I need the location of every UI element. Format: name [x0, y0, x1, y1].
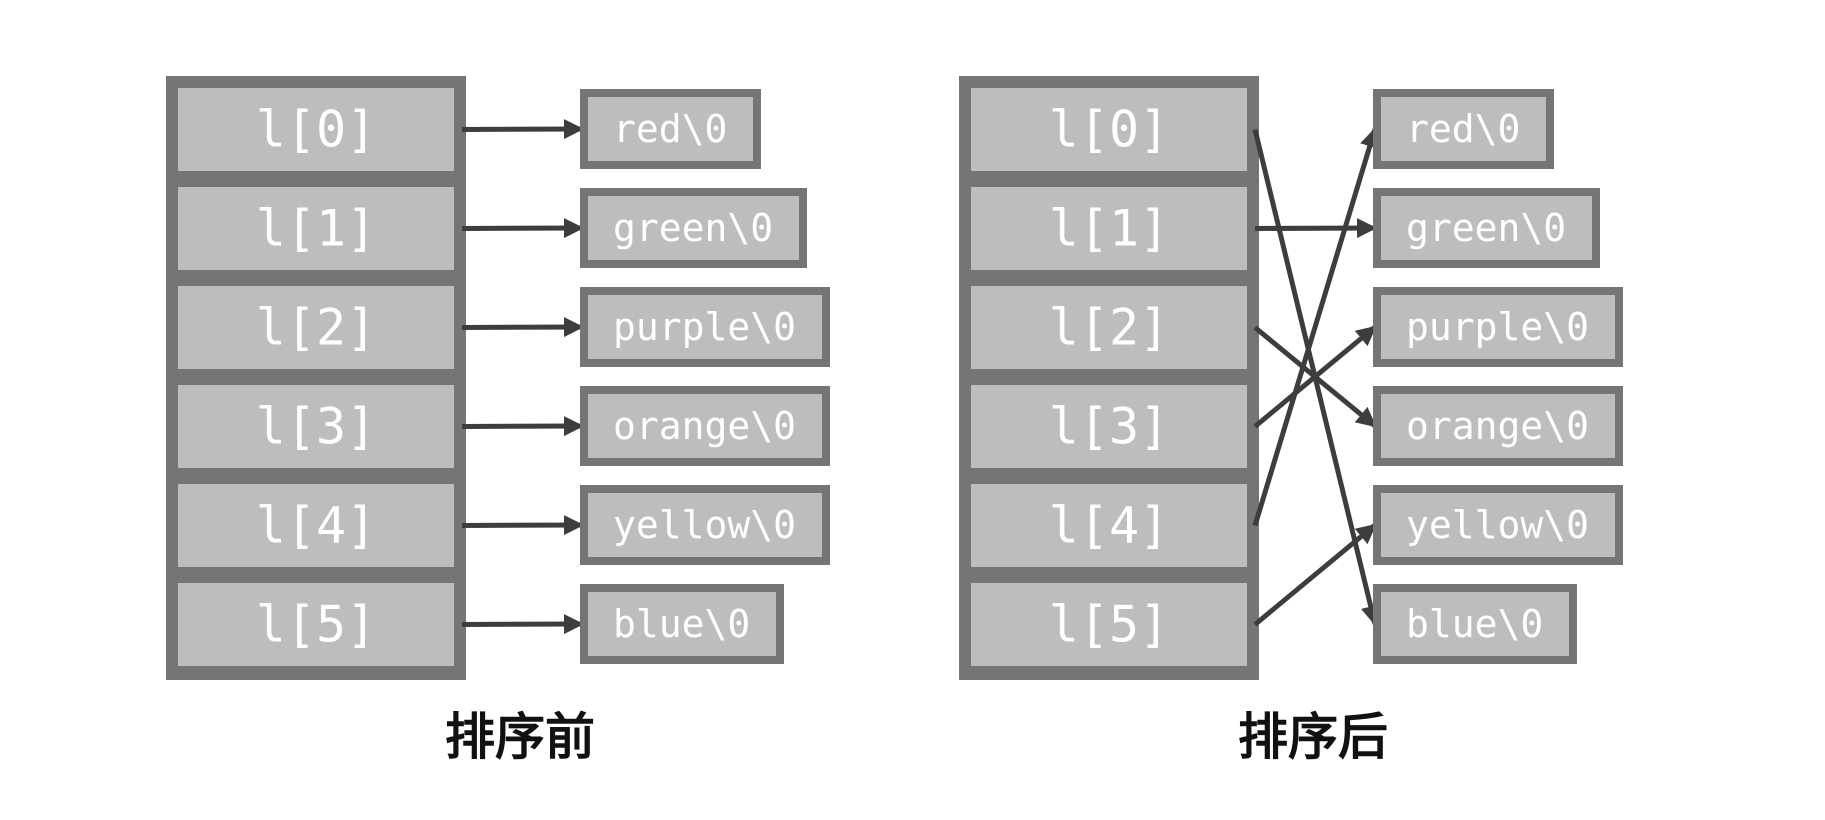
pointer-arrow [461, 119, 584, 140]
array-slot: l[0] [170, 80, 462, 179]
string-box: blue\0 [580, 584, 784, 664]
slot-label: l[2] [256, 299, 376, 357]
string-label: orange\0 [1406, 404, 1589, 448]
array-slot: l[5] [170, 575, 462, 674]
slot-array: l[0] l[1] l[2] l[3] l[4] l[5] [963, 80, 1255, 674]
array-slot: l[1] [170, 179, 462, 278]
string-box: green\0 [1373, 188, 1600, 268]
slot-label: l[4] [1049, 497, 1169, 555]
pointer-arrow [1253, 523, 1377, 627]
string-box: red\0 [1373, 89, 1554, 169]
string-label: orange\0 [613, 404, 796, 448]
string-label: blue\0 [1406, 602, 1543, 646]
string-box: blue\0 [1373, 584, 1577, 664]
slot-label: l[3] [256, 398, 376, 456]
string-box: orange\0 [1373, 386, 1623, 466]
slot-label: l[0] [256, 101, 376, 159]
string-box: purple\0 [580, 287, 830, 367]
string-label: red\0 [613, 107, 727, 151]
slot-array: l[0] l[1] l[2] l[3] l[4] l[5] [170, 80, 462, 674]
pointer-arrow [461, 218, 584, 239]
pointer-arrow [461, 614, 584, 635]
panel-caption: 排序前 [445, 707, 595, 766]
string-box: purple\0 [1373, 287, 1623, 367]
array-slot: l[5] [963, 575, 1255, 674]
panel-before: l[0] l[1] l[2] l[3] l[4] l[5] red\0 green\0 pur… [166, 76, 830, 766]
string-list: red\0 green\0 purple\0 orange\0 yellow\0 blue… [580, 89, 830, 664]
pointer-arrow [461, 515, 584, 536]
string-list: red\0 green\0 purple\0 orange\0 yellow\0 blue… [1373, 89, 1623, 664]
array-slot: l[2] [963, 278, 1255, 377]
panel-caption: 排序后 [1238, 707, 1388, 766]
string-box: yellow\0 [580, 485, 830, 565]
string-label: green\0 [613, 206, 773, 250]
pointer-arrow [1252, 127, 1380, 527]
pointer-arrow [461, 416, 584, 437]
array-slot: l[1] [963, 179, 1255, 278]
string-label: purple\0 [613, 305, 796, 349]
pointer-arrow [1254, 218, 1377, 239]
array-slot: l[4] [170, 476, 462, 575]
pointer-arrow [461, 317, 584, 338]
string-box: green\0 [580, 188, 807, 268]
slot-label: l[1] [1049, 200, 1169, 258]
pointer-sort-diagram: l[0] l[1] l[2] l[3] l[4] l[5] red\0 green\0 pur… [166, 76, 1623, 766]
string-box: orange\0 [580, 386, 830, 466]
string-label: red\0 [1406, 107, 1520, 151]
string-box: yellow\0 [1373, 485, 1623, 565]
array-slot: l[3] [963, 377, 1255, 476]
slot-label: l[5] [1049, 596, 1169, 654]
array-slot: l[4] [963, 476, 1255, 575]
arrow-group [461, 119, 584, 635]
array-slot: l[3] [170, 377, 462, 476]
string-label: yellow\0 [1406, 503, 1589, 547]
slot-label: l[0] [1049, 101, 1169, 159]
panel-after: l[0] l[1] l[2] l[3] l[4] l[5] red\0 green\0 pur… [959, 76, 1623, 766]
slot-label: l[3] [1049, 398, 1169, 456]
string-label: yellow\0 [613, 503, 796, 547]
string-label: green\0 [1406, 206, 1566, 250]
slot-label: l[2] [1049, 299, 1169, 357]
arrow-group [1252, 127, 1381, 627]
string-label: purple\0 [1406, 305, 1589, 349]
array-slot: l[2] [170, 278, 462, 377]
string-box: red\0 [580, 89, 761, 169]
slot-label: l[1] [256, 200, 376, 258]
array-slot: l[0] [963, 80, 1255, 179]
slot-label: l[4] [256, 497, 376, 555]
string-label: blue\0 [613, 602, 750, 646]
slot-label: l[5] [256, 596, 376, 654]
